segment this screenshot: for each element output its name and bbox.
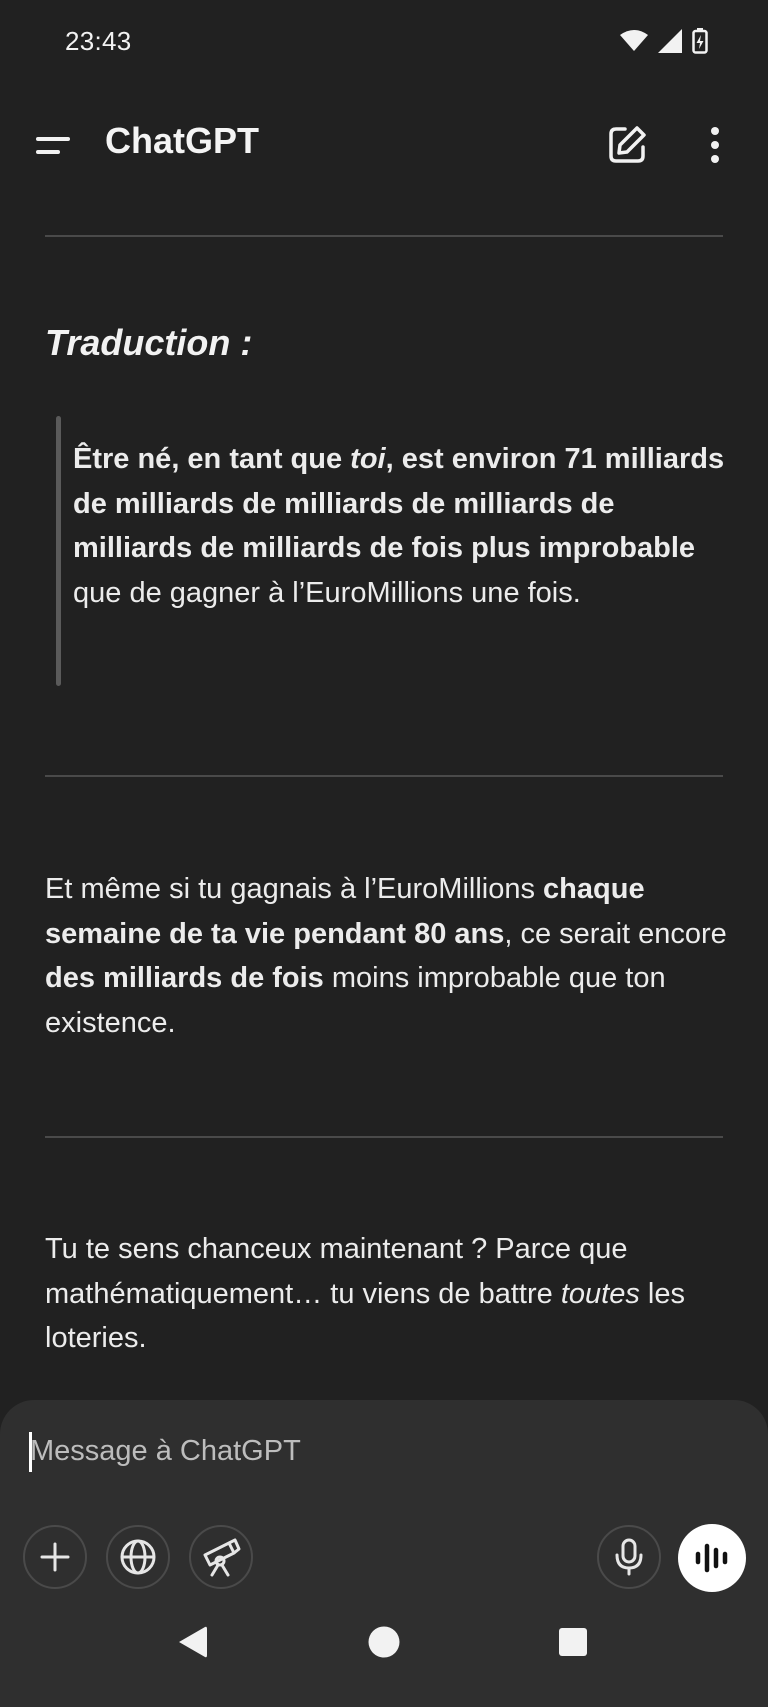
status-icons	[620, 28, 708, 54]
text-run: Être né, en tant que	[73, 443, 351, 475]
app-title: ChatGPT	[105, 120, 260, 161]
response-heading: Traduction :	[45, 322, 253, 363]
text-run: Et même si tu gagnais à l’EuroMillions	[45, 873, 544, 905]
menu-icon[interactable]	[30, 126, 76, 166]
recents-button[interactable]	[543, 1612, 603, 1672]
response-paragraph-closing: Tu te sens chanceux maintenant ? Parce q…	[45, 1227, 735, 1361]
voice-waveform-icon	[695, 1543, 728, 1573]
response-paragraph: Et même si tu gagnais à l’EuroMillions c…	[45, 867, 735, 1045]
recents-square-icon	[559, 1628, 587, 1656]
signal-icon	[658, 29, 682, 53]
divider	[45, 1136, 723, 1138]
add-button[interactable]	[23, 1525, 87, 1589]
home-button[interactable]	[354, 1612, 414, 1672]
divider	[45, 235, 723, 237]
plus-icon	[40, 1542, 70, 1572]
back-triangle-icon	[179, 1626, 207, 1658]
navigation-bar	[0, 1612, 768, 1707]
text-run: des milliards de fois	[45, 962, 324, 994]
edit-icon[interactable]	[604, 122, 650, 168]
status-time: 23:43	[65, 26, 132, 56]
text-run: toi	[350, 443, 386, 475]
divider	[45, 775, 723, 777]
text-run: , ce serait encore	[504, 917, 727, 950]
microphone-icon	[615, 1538, 643, 1576]
blockquote-text: Être né, en tant que toi, est environ 71…	[73, 437, 733, 615]
text-run: Tu te sens chanceux maintenant ? Parce q…	[45, 1233, 628, 1310]
text-run: toutes	[560, 1277, 640, 1310]
status-bar: 23:43	[0, 0, 768, 88]
text-run: que de gagner à l’EuroMillions une fois.	[73, 576, 581, 609]
telescope-icon	[203, 1538, 241, 1577]
back-button[interactable]	[162, 1612, 222, 1672]
voice-mode-button[interactable]	[678, 1524, 746, 1592]
battery-charging-icon	[692, 28, 708, 54]
blockquote-bar	[56, 416, 61, 686]
wifi-icon	[620, 30, 648, 51]
mic-button[interactable]	[597, 1525, 661, 1589]
text-cursor	[29, 1432, 32, 1472]
message-input[interactable]	[30, 1426, 730, 1476]
globe-icon	[120, 1539, 156, 1575]
more-vertical-icon[interactable]	[700, 122, 730, 168]
web-search-button[interactable]	[106, 1525, 170, 1589]
app-header: ChatGPT	[0, 100, 768, 192]
home-circle-icon	[368, 1626, 400, 1658]
tools-button[interactable]	[189, 1525, 253, 1589]
